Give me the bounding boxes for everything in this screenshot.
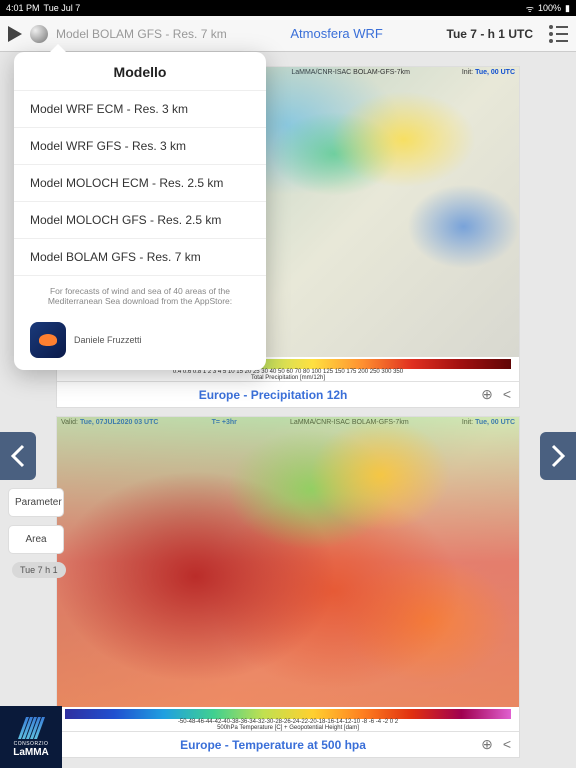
side-controls: Parameter Area Tue 7 h 1 [8, 488, 66, 578]
status-time: 4:01 PM [6, 3, 40, 13]
wifi-icon: ᯤ [526, 2, 534, 15]
parameter-button[interactable]: Parameter [8, 488, 64, 517]
app-author: Daniele Fruzzetti [74, 335, 142, 345]
status-bar: 4:01 PM Tue Jul 7 ᯤ 100% ▮ [0, 0, 576, 16]
model-selector-icon[interactable] [30, 25, 48, 43]
map-temperature[interactable]: Valid: Tue, 07JUL2020 03 UTC T= +3hr LaM… [57, 417, 519, 707]
area-button[interactable]: Area [8, 525, 64, 554]
forecast-time-label: Tue 7 - h 1 UTC [447, 27, 533, 41]
list-menu-icon[interactable] [549, 25, 568, 43]
popover-title: Modello [14, 52, 266, 90]
model-option[interactable]: Model WRF ECM - Res. 3 km [14, 90, 266, 127]
share-icon[interactable]: < [503, 386, 511, 403]
zoom-icon[interactable]: ⊕ [481, 736, 493, 753]
play-icon[interactable] [8, 26, 22, 42]
zoom-icon[interactable]: ⊕ [481, 386, 493, 403]
model-popover: Modello Model WRF ECM - Res. 3 km Model … [14, 52, 266, 370]
chart-card-temperature[interactable]: Valid: Tue, 07JUL2020 03 UTC T= +3hr LaM… [56, 416, 520, 758]
nav-prev-button[interactable] [0, 432, 36, 480]
popover-footer-text: For forecasts of wind and sea of 40 area… [14, 275, 266, 316]
app-header: Model BOLAM GFS - Res. 7 km Atmosfera WR… [0, 16, 576, 52]
popover-app-link[interactable]: Daniele Fruzzetti [14, 316, 266, 370]
battery-icon: ▮ [565, 3, 570, 14]
share-icon[interactable]: < [503, 736, 511, 753]
model-option[interactable]: Model BOLAM GFS - Res. 7 km [14, 238, 266, 275]
model-option[interactable]: Model WRF GFS - Res. 3 km [14, 127, 266, 164]
color-scale-temp: -50-48-46-44-42-40-38-36-34-32-30-28-26-… [57, 707, 519, 731]
lamma-logo[interactable]: CONSORZIO LaMMA [0, 706, 62, 768]
app-title: Atmosfera WRF [290, 26, 382, 41]
chart-title: Europe - Temperature at 500 hpa [65, 738, 481, 752]
nav-next-button[interactable] [540, 432, 576, 480]
app-icon [30, 322, 66, 358]
status-date: Tue Jul 7 [44, 3, 81, 13]
model-option[interactable]: Model MOLOCH GFS - Res. 2.5 km [14, 201, 266, 238]
chart-title: Europe - Precipitation 12h [65, 388, 481, 402]
current-model-label[interactable]: Model BOLAM GFS - Res. 7 km [56, 27, 227, 41]
battery-percent: 100% [538, 3, 561, 13]
time-chip[interactable]: Tue 7 h 1 [12, 562, 66, 578]
model-option[interactable]: Model MOLOCH ECM - Res. 2.5 km [14, 164, 266, 201]
